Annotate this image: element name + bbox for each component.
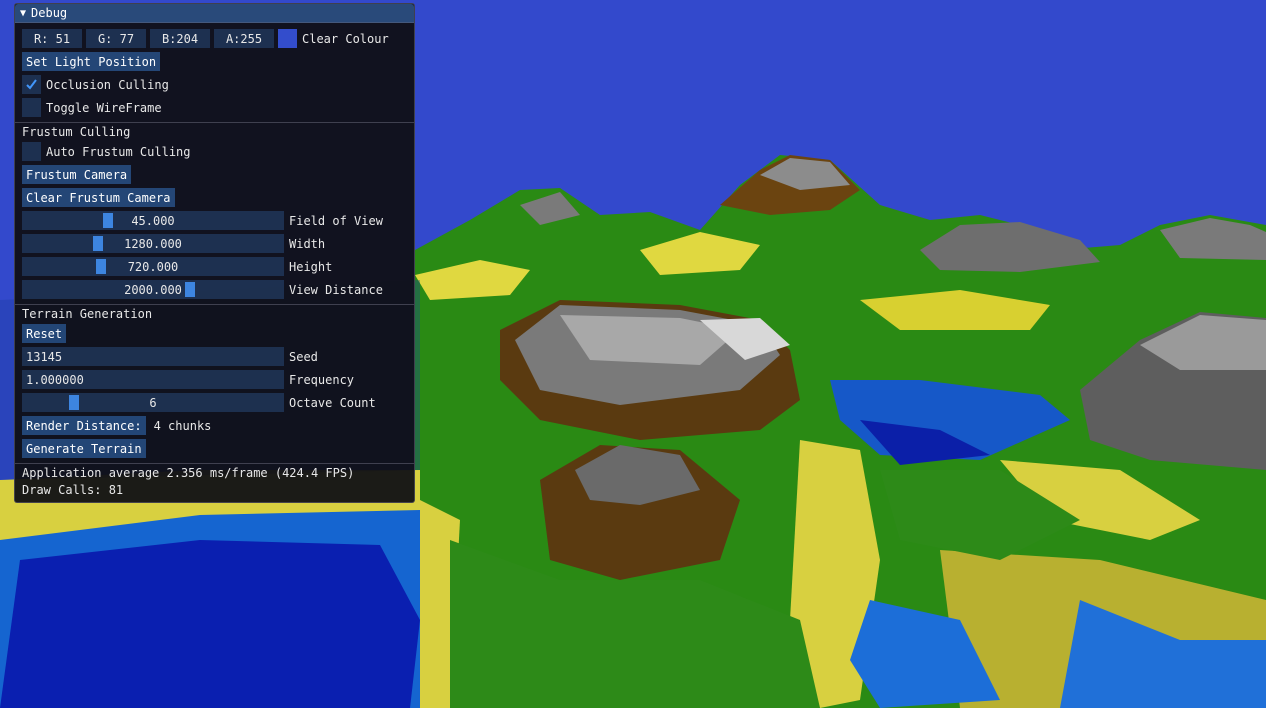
field-of-view-slider[interactable]: 45.000: [22, 211, 284, 230]
occlusion-culling-check-box[interactable]: [22, 75, 41, 94]
width-slider[interactable]: 1280.000: [22, 234, 284, 253]
frustum-culling-header: Frustum Culling: [22, 125, 131, 139]
colour-r-field[interactable]: R: 51: [22, 29, 82, 48]
colour-g-field[interactable]: G: 77: [86, 29, 146, 48]
auto-frustum-culling-checkbox[interactable]: Auto Frustum Culling: [22, 142, 191, 161]
frequency-input[interactable]: 1.000000: [22, 370, 284, 389]
height-label: Height: [289, 259, 333, 274]
occlusion-culling-label: Occlusion Culling: [46, 77, 169, 92]
slider-grab[interactable]: [95, 259, 106, 274]
height-slider[interactable]: 720.000: [22, 257, 284, 276]
octave-count-label: Octave Count: [289, 395, 376, 410]
clear-frustum-camera-button[interactable]: Clear Frustum Camera: [22, 188, 175, 207]
colour-b-field[interactable]: B:204: [150, 29, 210, 48]
clear-colour-swatch[interactable]: [278, 29, 297, 48]
toggle-wireframe-label: Toggle WireFrame: [46, 100, 162, 115]
window-title: Debug: [31, 6, 68, 20]
set-light-position-button[interactable]: Set Light Position: [22, 52, 161, 71]
generate-terrain-button[interactable]: Generate Terrain: [22, 439, 146, 458]
colour-a-field[interactable]: A:255: [214, 29, 274, 48]
checkmark-icon: [26, 79, 37, 90]
octave-count-slider[interactable]: 6: [22, 393, 284, 412]
slider-value: 45.000: [131, 213, 175, 228]
terrain-generation-header: Terrain Generation: [22, 307, 153, 321]
render-distance-button[interactable]: Render Distance:: [22, 416, 146, 435]
separator: [15, 304, 414, 305]
auto-frustum-check-box[interactable]: [22, 142, 41, 161]
seed-label: Seed: [289, 349, 318, 364]
reset-button[interactable]: Reset: [22, 324, 67, 343]
frustum-camera-button[interactable]: Frustum Camera: [22, 165, 132, 184]
collapse-arrow-icon[interactable]: ▼: [20, 8, 26, 19]
fps-stats-text: Application average 2.356 ms/frame (424.…: [22, 466, 355, 480]
field-of-view-label: Field of View: [289, 213, 383, 228]
slider-value: 2000.000: [124, 282, 182, 297]
auto-frustum-culling-label: Auto Frustum Culling: [46, 144, 191, 159]
view-distance-label: View Distance: [289, 282, 383, 297]
toggle-wireframe-check-box[interactable]: [22, 98, 41, 117]
slider-value: 1280.000: [124, 236, 182, 251]
frequency-label: Frequency: [289, 372, 355, 387]
render-distance-value: 4 chunks: [153, 418, 212, 433]
debug-title-bar[interactable]: ▼ Debug: [15, 4, 414, 23]
slider-grab[interactable]: [185, 282, 196, 297]
toggle-wireframe-checkbox[interactable]: Toggle WireFrame: [22, 98, 162, 117]
slider-value: 720.000: [127, 259, 179, 274]
clear-colour-label: Clear Colour: [302, 31, 389, 46]
width-label: Width: [289, 236, 326, 251]
occlusion-culling-checkbox[interactable]: Occlusion Culling: [22, 75, 169, 94]
slider-grab[interactable]: [93, 236, 104, 251]
seed-input[interactable]: 13145: [22, 347, 284, 366]
slider-value: 6: [149, 395, 157, 410]
debug-window[interactable]: ▼ Debug R: 51 G: 77 B:204 A:255 Clear Co…: [14, 3, 415, 503]
separator: [15, 122, 414, 123]
slider-grab[interactable]: [103, 213, 114, 228]
draw-calls-text: Draw Calls: 81: [22, 483, 124, 497]
view-distance-slider[interactable]: 2000.000: [22, 280, 284, 299]
separator: [15, 463, 414, 464]
clear-colour-row: R: 51 G: 77 B:204 A:255 Clear Colour: [22, 29, 389, 48]
slider-grab[interactable]: [68, 395, 79, 410]
